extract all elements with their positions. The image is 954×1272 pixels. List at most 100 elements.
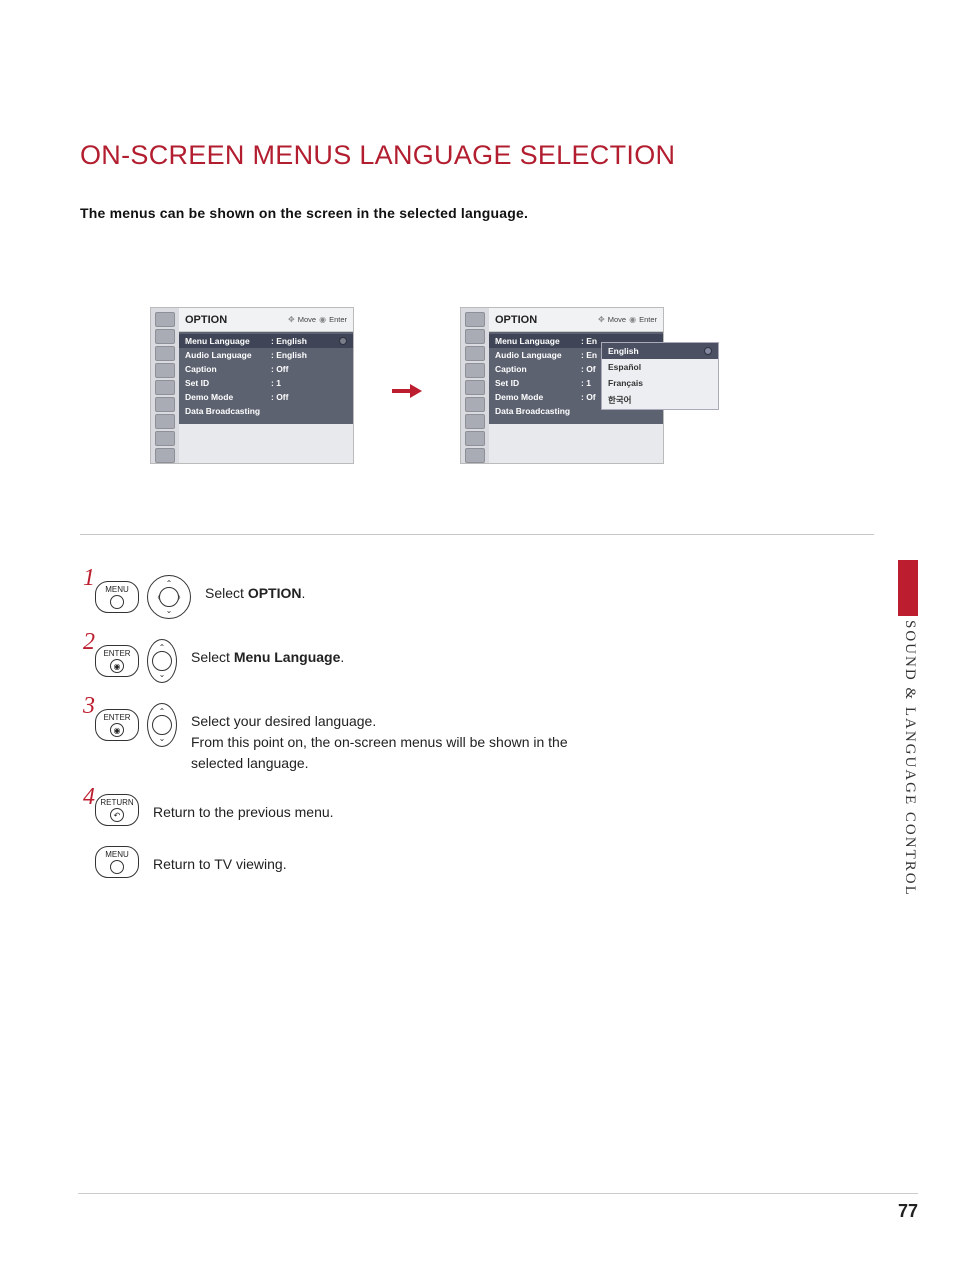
step-menu-return: MENU Return to TV viewing.: [85, 846, 874, 878]
osd-cat-icon: [465, 397, 485, 412]
arrow-down-icon: ⌄: [159, 734, 166, 743]
section-divider: [80, 534, 874, 535]
intro-text: The menus can be shown on the screen in …: [80, 205, 874, 221]
page-number: 77: [898, 1201, 918, 1222]
osd-row-label: Data Broadcasting: [185, 406, 271, 416]
osd-row-value: : Of: [581, 392, 596, 402]
osd-row-value: : Off: [271, 364, 288, 374]
button-label: RETURN: [100, 798, 133, 807]
step-number: 3: [83, 693, 95, 720]
osd-row-label: Menu Language: [495, 336, 581, 346]
nav-enter-label: Enter: [639, 315, 657, 324]
arrow-up-icon: ⌃: [159, 707, 166, 716]
step-text-part: Select: [191, 649, 234, 665]
osd-row-menu-language[interactable]: Menu Language : English: [179, 334, 353, 348]
osd-row-label: Set ID: [495, 378, 581, 388]
step-text: Select OPTION.: [205, 575, 305, 604]
language-option-espanol[interactable]: Español: [602, 359, 718, 375]
osd-row-value: : English: [271, 336, 307, 346]
osd-row-value: : Of: [581, 364, 596, 374]
enter-button[interactable]: ENTER ◉: [95, 709, 139, 741]
osd-cat-icon: [465, 363, 485, 378]
language-option-korean[interactable]: 한국어: [602, 391, 718, 409]
selection-dot-icon: [339, 337, 347, 345]
dpad-center-icon: [152, 715, 172, 735]
arrow-up-icon: ⌃: [159, 643, 166, 652]
osd-cat-icon: [155, 448, 175, 463]
nav-move-icon: ✥: [288, 315, 295, 324]
osd-cat-icon: [155, 363, 175, 378]
osd-row-value: : 1: [581, 378, 591, 388]
osd-cat-icon: [465, 380, 485, 395]
dpad-button[interactable]: ⌃ ⌄ 〈 〉: [147, 575, 191, 619]
osd-row-label: Menu Language: [185, 336, 271, 346]
osd-cat-icon: [465, 346, 485, 361]
osd-category-icons: [151, 308, 179, 463]
arrow-down-icon: ⌄: [166, 606, 173, 615]
step-text: Return to the previous menu.: [153, 794, 334, 823]
arrow-right-icon: 〉: [177, 592, 185, 603]
language-option-english[interactable]: English: [602, 343, 718, 359]
osd-row-audio-language[interactable]: Audio Language : English: [179, 348, 353, 362]
osd-screenshot-left: OPTION ✥ Move ◉ Enter Menu Language : En…: [150, 307, 354, 464]
osd-row-value: : En: [581, 336, 597, 346]
step-1: 1 MENU ⌃ ⌄ 〈 〉 Select OPTION.: [85, 575, 874, 619]
osd-header-title: OPTION: [185, 314, 288, 326]
osd-cat-icon: [155, 329, 175, 344]
step-text: Select Menu Language.: [191, 639, 344, 668]
osd-row-label: Demo Mode: [495, 392, 581, 402]
arrow-right-icon: [392, 383, 422, 399]
step-number: 2: [83, 629, 95, 656]
button-label: MENU: [105, 585, 129, 594]
dpad-vertical-button[interactable]: ⌃ ⌄: [147, 639, 177, 683]
osd-header: OPTION ✥ Move ◉ Enter: [179, 308, 353, 332]
page-title: ON-SCREEN MENUS LANGUAGE SELECTION: [80, 140, 874, 171]
osd-row-label: Audio Language: [185, 350, 271, 360]
osd-header-nav: ✥ Move ◉ Enter: [598, 315, 657, 324]
osd-row-data-broadcasting[interactable]: Data Broadcasting: [179, 404, 353, 418]
osd-row-set-id[interactable]: Set ID : 1: [179, 376, 353, 390]
osd-row-value: : English: [271, 350, 307, 360]
osd-row-demo-mode[interactable]: Demo Mode : Off: [179, 390, 353, 404]
step-2: 2 ENTER ◉ ⌃ ⌄ Select Menu Language.: [85, 639, 874, 683]
osd-cat-icon: [155, 414, 175, 429]
osd-row-caption[interactable]: Caption : Off: [179, 362, 353, 376]
language-option-francais[interactable]: Français: [602, 375, 718, 391]
enter-button[interactable]: ENTER ◉: [95, 645, 139, 677]
osd-cat-icon: [465, 414, 485, 429]
osd-figures: OPTION ✥ Move ◉ Enter Menu Language : En…: [80, 307, 874, 464]
menu-button[interactable]: MENU: [95, 581, 139, 613]
dpad-center-icon: [159, 587, 179, 607]
step-text-part: .: [340, 649, 344, 665]
step-text-part: .: [301, 585, 305, 601]
button-circle-icon: [110, 595, 124, 609]
language-option-label: English: [608, 346, 639, 356]
osd-cat-icon: [465, 329, 485, 344]
arrow-left-icon: 〈: [153, 592, 161, 603]
osd-row-label: Caption: [495, 364, 581, 374]
osd-cat-icon: [155, 397, 175, 412]
button-label: ENTER: [103, 713, 130, 722]
arrow-down-icon: ⌄: [159, 670, 166, 679]
osd-row-value: : Off: [271, 392, 288, 402]
nav-move-icon: ✥: [598, 315, 605, 324]
nav-enter-icon: ◉: [629, 315, 636, 324]
dpad-vertical-button[interactable]: ⌃ ⌄: [147, 703, 177, 747]
step-text-line: From this point on, the on-screen menus …: [191, 732, 611, 774]
selection-dot-icon: [704, 347, 712, 355]
return-button[interactable]: RETURN ↶: [95, 794, 139, 826]
osd-row-value: : 1: [271, 378, 281, 388]
osd-cat-icon: [465, 431, 485, 446]
nav-move-label: Move: [298, 315, 316, 324]
step-text-part: Select: [205, 585, 248, 601]
osd-row-label: Set ID: [185, 378, 271, 388]
language-popup: English Español Français 한국어: [601, 342, 719, 410]
osd-category-icons: [461, 308, 489, 463]
osd-row-label: Audio Language: [495, 350, 581, 360]
osd-row-label: Caption: [185, 364, 271, 374]
osd-header-nav: ✥ Move ◉ Enter: [288, 315, 347, 324]
menu-button[interactable]: MENU: [95, 846, 139, 878]
section-label: SOUND & LANGUAGE CONTROL: [901, 620, 918, 897]
button-label: MENU: [105, 850, 129, 859]
footer-rule: [78, 1193, 918, 1194]
